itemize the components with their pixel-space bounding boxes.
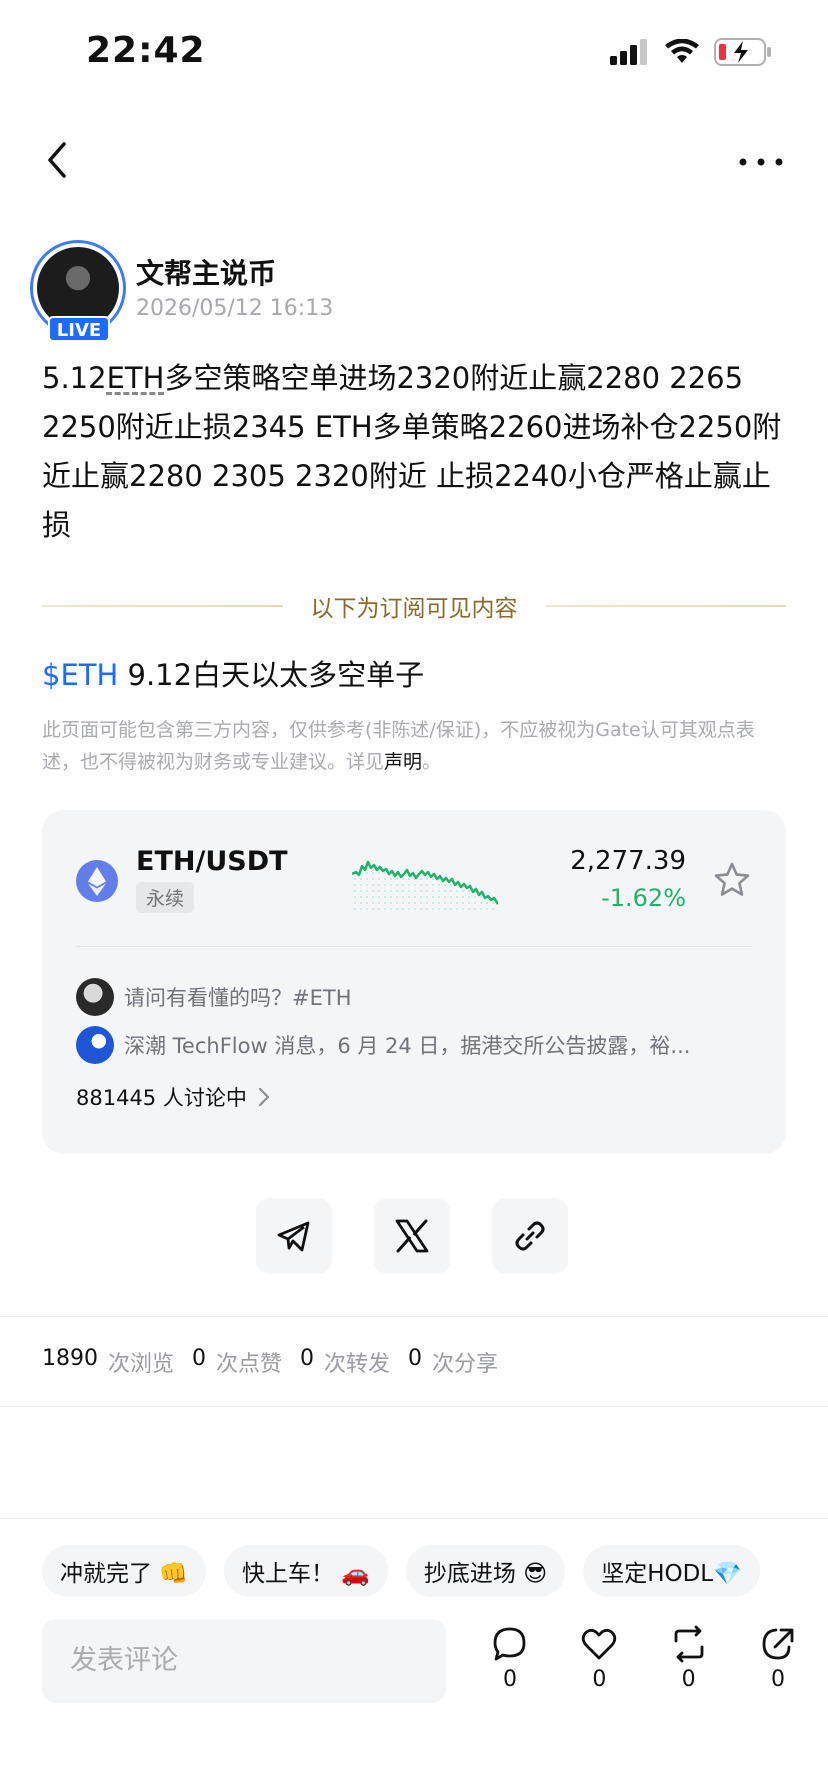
quick-reply-chips: 冲就完了 👊 快上车！ 🚗 抄底进场 😎 坚定HODL💎 <box>42 1545 760 1597</box>
eth-tag-link[interactable]: $ETH <box>42 658 118 692</box>
stat-shares: 0 次分享 <box>408 1346 498 1378</box>
quick-reply-chip[interactable]: 快上车！ 🚗 <box>223 1545 388 1597</box>
stat-label: 次点赞 <box>216 1352 283 1377</box>
comment-input[interactable]: 发表评论 <box>42 1619 446 1703</box>
repost-button[interactable]: 0 <box>663 1625 715 1692</box>
heart-icon <box>582 1628 617 1660</box>
subscription-divider: 以下为订阅可见内容 <box>42 588 786 624</box>
comment-button[interactable]: 0 <box>484 1625 536 1692</box>
telegram-share-button[interactable] <box>256 1198 332 1274</box>
subscription-title: $ETH 9.12白天以太多空单子 <box>42 652 424 694</box>
card-divider <box>76 946 752 947</box>
share-buttons <box>256 1198 576 1274</box>
ticker-price: 2,277.39 <box>570 846 686 876</box>
favorite-button[interactable] <box>712 860 752 900</box>
signal-icon <box>610 39 647 65</box>
stat-number: 1890 <box>42 1346 98 1371</box>
feed-text: 深潮 TechFlow 消息，6 月 24 日，据港交所公告披露，裕... <box>124 1034 691 1058</box>
live-badge[interactable]: LIVE <box>48 316 110 342</box>
subscription-label: 以下为订阅可见内容 <box>310 596 518 622</box>
discussion-link[interactable]: 881445 人讨论中 <box>76 1082 271 1112</box>
price-sparkline <box>352 860 498 912</box>
ticker-type-badge: 永续 <box>136 882 195 913</box>
post-prefix: 5.12 <box>42 361 107 395</box>
share-icon <box>762 1628 794 1660</box>
post-actions: 0 0 0 0 <box>484 1625 804 1692</box>
stat-reposts: 0 次转发 <box>300 1346 390 1378</box>
comment-icon <box>493 1627 526 1661</box>
author-name[interactable]: 文帮主说币 <box>136 252 276 292</box>
stat-label: 次浏览 <box>108 1352 175 1377</box>
divider-line-right <box>545 605 786 607</box>
stat-number: 0 <box>192 1346 207 1371</box>
comment-count: 0 <box>503 1667 517 1692</box>
share-button[interactable]: 0 <box>752 1625 804 1692</box>
subscription-title-text: 9.12白天以太多空单子 <box>118 658 425 692</box>
eth-coin-icon <box>76 860 118 902</box>
status-time: 22:42 <box>86 30 206 71</box>
telegram-icon <box>277 1221 310 1252</box>
feed-avatar <box>76 1026 114 1064</box>
ticker-card[interactable]: ETH/USDT 永续 2,277.39 -1.62% 请问有看懂的吗？#ETH… <box>42 810 786 1154</box>
feed-text: 请问有看懂的吗？#ETH <box>124 986 352 1010</box>
disclaimer: 此页面可能包含第三方内容，仅供参考(非陈述/保证)，不应被视为Gate认可其观点… <box>42 714 790 778</box>
quick-reply-chip[interactable]: 冲就完了 👊 <box>42 1545 206 1597</box>
x-share-button[interactable] <box>374 1198 450 1274</box>
ticker-change: -1.62% <box>601 884 686 912</box>
stat-label: 次分享 <box>432 1352 499 1377</box>
disclaimer-link[interactable]: 声明 <box>384 751 422 773</box>
feed-avatar <box>76 978 114 1016</box>
discussion-count: 881445 人讨论中 <box>76 1086 247 1110</box>
post-date: 2026/05/12 16:13 <box>136 296 334 321</box>
post-content: 5.12ETH多空策略空单进场2320附近止赢2280 2265 2250附近止… <box>42 354 790 550</box>
back-button[interactable] <box>40 138 76 182</box>
star-icon <box>714 862 750 896</box>
x-logo-icon <box>395 1219 429 1253</box>
repost-count: 0 <box>681 1667 696 1692</box>
like-count: 0 <box>592 1667 607 1692</box>
post-stats: 1890 次浏览 0 次点赞 0 次转发 0 次分享 <box>42 1346 502 1378</box>
copy-link-button[interactable] <box>492 1198 568 1274</box>
share-count: 0 <box>770 1667 785 1692</box>
status-bar: 22:42 <box>0 0 828 110</box>
stat-number: 0 <box>408 1346 423 1371</box>
repost-icon <box>674 1625 704 1663</box>
more-button[interactable] <box>738 154 784 168</box>
feed-item[interactable]: 深潮 TechFlow 消息，6 月 24 日，据港交所公告披露，裕... <box>76 1026 752 1064</box>
top-nav <box>0 130 828 190</box>
link-icon <box>515 1221 545 1251</box>
divider-line-left <box>42 605 283 607</box>
disclaimer-end: 。 <box>422 751 442 773</box>
battery-icon <box>714 38 771 66</box>
divider <box>0 1406 828 1407</box>
feed-item[interactable]: 请问有看懂的吗？#ETH <box>76 978 752 1016</box>
eth-token-link[interactable]: ETH <box>107 361 165 395</box>
stat-likes: 0 次点赞 <box>192 1346 282 1378</box>
chevron-left-icon <box>48 142 66 178</box>
stat-number: 0 <box>300 1346 315 1371</box>
wifi-icon <box>665 39 699 63</box>
ticker-pair: ETH/USDT <box>136 846 288 877</box>
bottom-comment-bar: 冲就完了 👊 快上车！ 🚗 抄底进场 😎 坚定HODL💎 发表评论 0 0 0 <box>0 1518 828 1792</box>
stat-views: 1890 次浏览 <box>42 1346 174 1378</box>
more-dots-icon <box>739 158 783 166</box>
like-button[interactable]: 0 <box>573 1625 625 1692</box>
quick-reply-chip[interactable]: 坚定HODL💎 <box>583 1545 760 1597</box>
quick-reply-chip[interactable]: 抄底进场 😎 <box>405 1545 566 1597</box>
stat-label: 次转发 <box>324 1352 391 1377</box>
status-icons <box>610 38 772 66</box>
author-header: LIVE 文帮主说币 2026/05/12 16:13 <box>30 240 730 342</box>
chevron-right-icon <box>258 1087 269 1107</box>
divider <box>0 1316 828 1317</box>
